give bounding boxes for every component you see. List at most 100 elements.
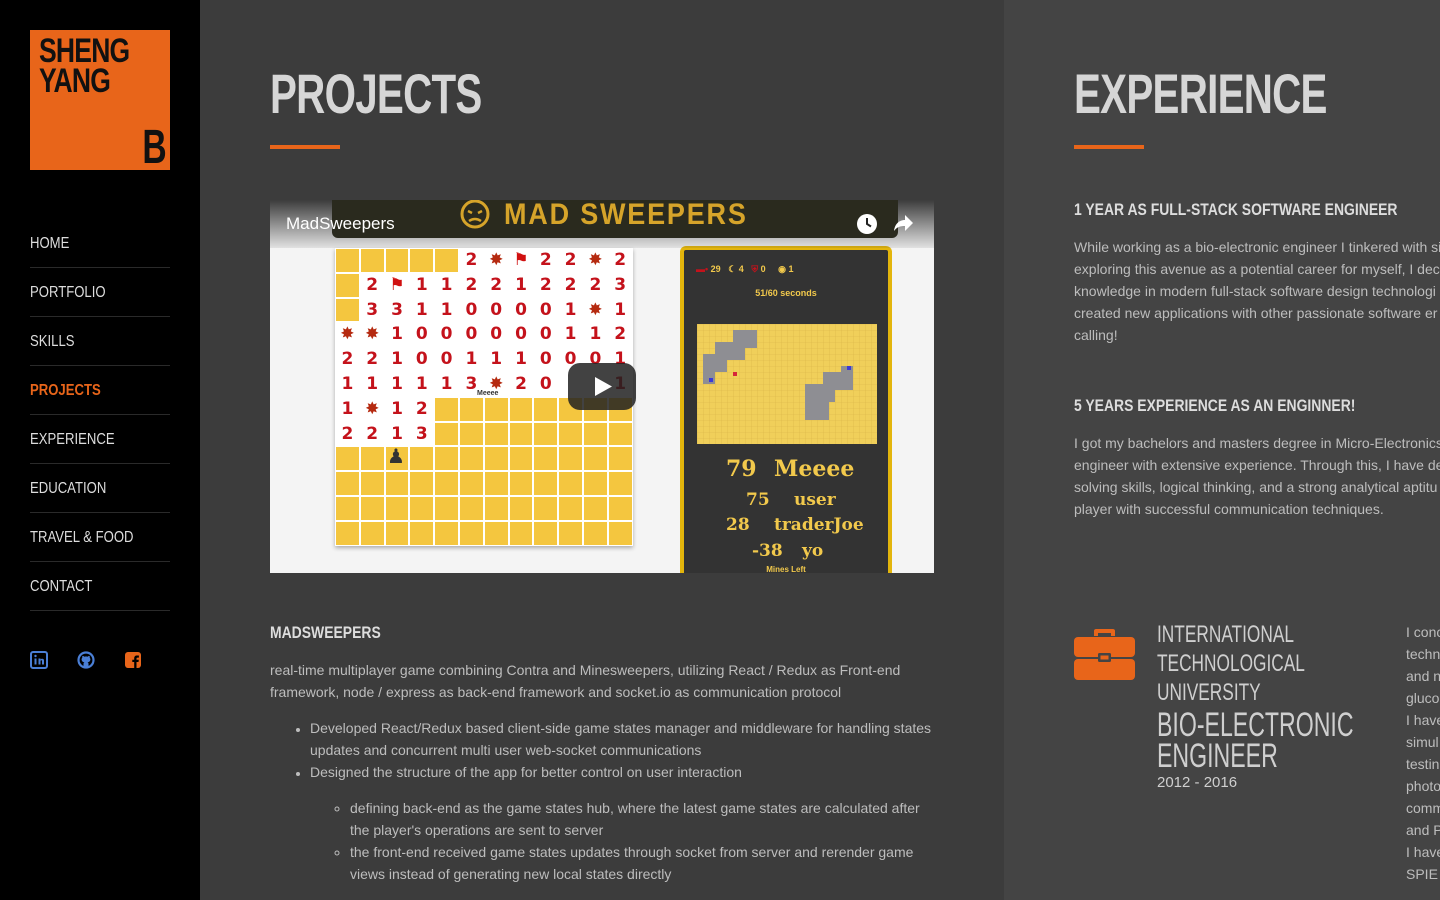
facebook-icon (125, 652, 141, 668)
number-cell: 1 (440, 274, 453, 295)
player-label: Meeee (477, 390, 499, 397)
hidden-cell (483, 446, 509, 472)
youtube-video-embed[interactable]: 2 ✸ ⚑ 2 2 ✸ 2 2 ⚑ 1 1 2 2 1 2 2 2 3 3 3 1 1 0 0 0 0 1 ✸ 1 ✸ ✸ 1 0 0 0 0 0 0 1 1… (270, 200, 934, 573)
number-cell: 0 (465, 324, 478, 345)
nav-label: EDUCATION (30, 480, 107, 497)
hidden-cell (434, 496, 459, 521)
number-cell: 0 (539, 324, 552, 345)
list-item: the front-end received game states updat… (350, 841, 934, 885)
experience-heading: 1 YEAR AS FULL-STACK SOFTWARE ENGINEER (1074, 200, 1398, 219)
game-scoreboard: ▬• 29 ☾ 4 ⛨ 0 ◉ 1 51/60 seconds 79 Meeee… (680, 246, 892, 573)
hidden-cell (533, 471, 559, 496)
number-cell: 1 (490, 349, 503, 370)
number-cell: 0 (415, 349, 428, 370)
minimap-grid (697, 324, 877, 444)
job-detail-line: SPIE (1406, 866, 1438, 882)
list-item: defining back-end as the game states hub… (350, 797, 934, 841)
mine-cell: ✸ (359, 322, 385, 348)
number-cell: 2 (589, 274, 602, 295)
number-cell: 1 (391, 374, 403, 394)
number-cell: 2 (341, 349, 354, 370)
nav-label: CONTACT (30, 578, 93, 595)
experience-title: EXPERIENCE (1074, 62, 1327, 125)
watch-later-icon[interactable] (856, 213, 878, 235)
number-cell: 0 (539, 349, 552, 370)
hidden-cell (558, 421, 583, 447)
nav-item-projects[interactable]: PROJECTS (30, 366, 170, 415)
play-button[interactable] (568, 363, 636, 410)
number-cell: 1 (341, 398, 354, 419)
nav-item-home[interactable]: HOME (30, 219, 170, 268)
hidden-cell (335, 520, 360, 546)
logo[interactable]: SHENG YANG B (30, 30, 170, 174)
number-cell: 1 (391, 324, 403, 345)
nav-item-travel-food[interactable]: TRAVEL & FOOD (30, 513, 170, 562)
hidden-cell (607, 471, 633, 496)
hidden-cell (583, 520, 608, 546)
number-cell: 2 (539, 274, 552, 295)
job-detail-line: I have (1406, 712, 1440, 728)
experience-text: I got my bachelors and masters degree in… (1074, 435, 1440, 517)
scoreboard-minimap (697, 324, 877, 444)
number-cell: 1 (465, 349, 478, 370)
job-detail-line: testin (1406, 756, 1440, 772)
nav-item-contact[interactable]: CONTACT (30, 562, 170, 611)
projects-title: PROJECTS (270, 62, 482, 125)
linkedin-link[interactable] (30, 651, 48, 669)
hidden-cell (508, 396, 534, 422)
project-sub-bullets: defining back-end as the game states hub… (350, 797, 934, 885)
share-icon[interactable] (892, 213, 914, 235)
hidden-cell (434, 471, 459, 496)
number-cell: 2 (465, 250, 478, 270)
hidden-cell (384, 248, 410, 273)
number-cell: 2 (490, 274, 503, 295)
hidden-cell (459, 520, 484, 546)
hidden-cell (359, 248, 385, 273)
number-cell: 0 (465, 299, 478, 320)
number-cell: 1 (515, 349, 527, 370)
job-detail-line: I have (1406, 844, 1440, 860)
play-icon (595, 377, 612, 396)
number-cell: 1 (415, 274, 428, 295)
mine-stat-icon: ▬• (696, 264, 709, 274)
hidden-cell (583, 471, 608, 496)
nav-item-portfolio[interactable]: PORTFOLIO (30, 268, 170, 317)
number-cell: 2 (465, 274, 478, 295)
hidden-cell (359, 496, 385, 521)
hidden-cell (607, 446, 633, 472)
hidden-cell (483, 421, 509, 447)
hidden-cell (459, 471, 484, 496)
hidden-cell (558, 520, 583, 546)
number-cell: 2 (341, 423, 354, 444)
number-cell: 2 (564, 250, 577, 270)
hidden-cell (508, 446, 534, 472)
hidden-cell (409, 446, 435, 472)
hidden-cell (583, 421, 608, 447)
facebook-link[interactable] (124, 651, 142, 669)
hidden-cell (409, 520, 435, 546)
projects-title-underline (270, 145, 340, 149)
number-cell: 0 (415, 324, 428, 345)
hidden-cell (409, 248, 435, 273)
hidden-cell (607, 496, 633, 521)
hidden-cell (359, 471, 385, 496)
github-link[interactable] (77, 651, 95, 669)
hidden-cell (434, 248, 459, 273)
nav-item-experience[interactable]: EXPERIENCE (30, 415, 170, 464)
video-title[interactable]: MadSweepers (286, 214, 395, 234)
job-detail-line: and n (1406, 668, 1440, 684)
number-cell: 1 (440, 299, 453, 320)
number-cell: 1 (415, 299, 428, 320)
experience-text: While working as a bio-electronic engine… (1074, 239, 1440, 343)
tank-stat-icon: ◉ (778, 264, 786, 274)
nav-item-education[interactable]: EDUCATION (30, 464, 170, 513)
number-cell: 1 (415, 374, 428, 394)
number-cell: 2 (415, 398, 428, 419)
job-role: BIO-ELECTRONIC ENGINEER (1157, 706, 1354, 775)
logo-mark: B (142, 121, 167, 174)
experience-heading: 5 YEARS EXPERIENCE AS AN ENGINNER! (1074, 396, 1356, 415)
nav-item-skills[interactable]: SKILLS (30, 317, 170, 366)
social-links (30, 651, 171, 669)
hidden-cell (459, 496, 484, 521)
mine-cell: ✸ (335, 322, 360, 348)
